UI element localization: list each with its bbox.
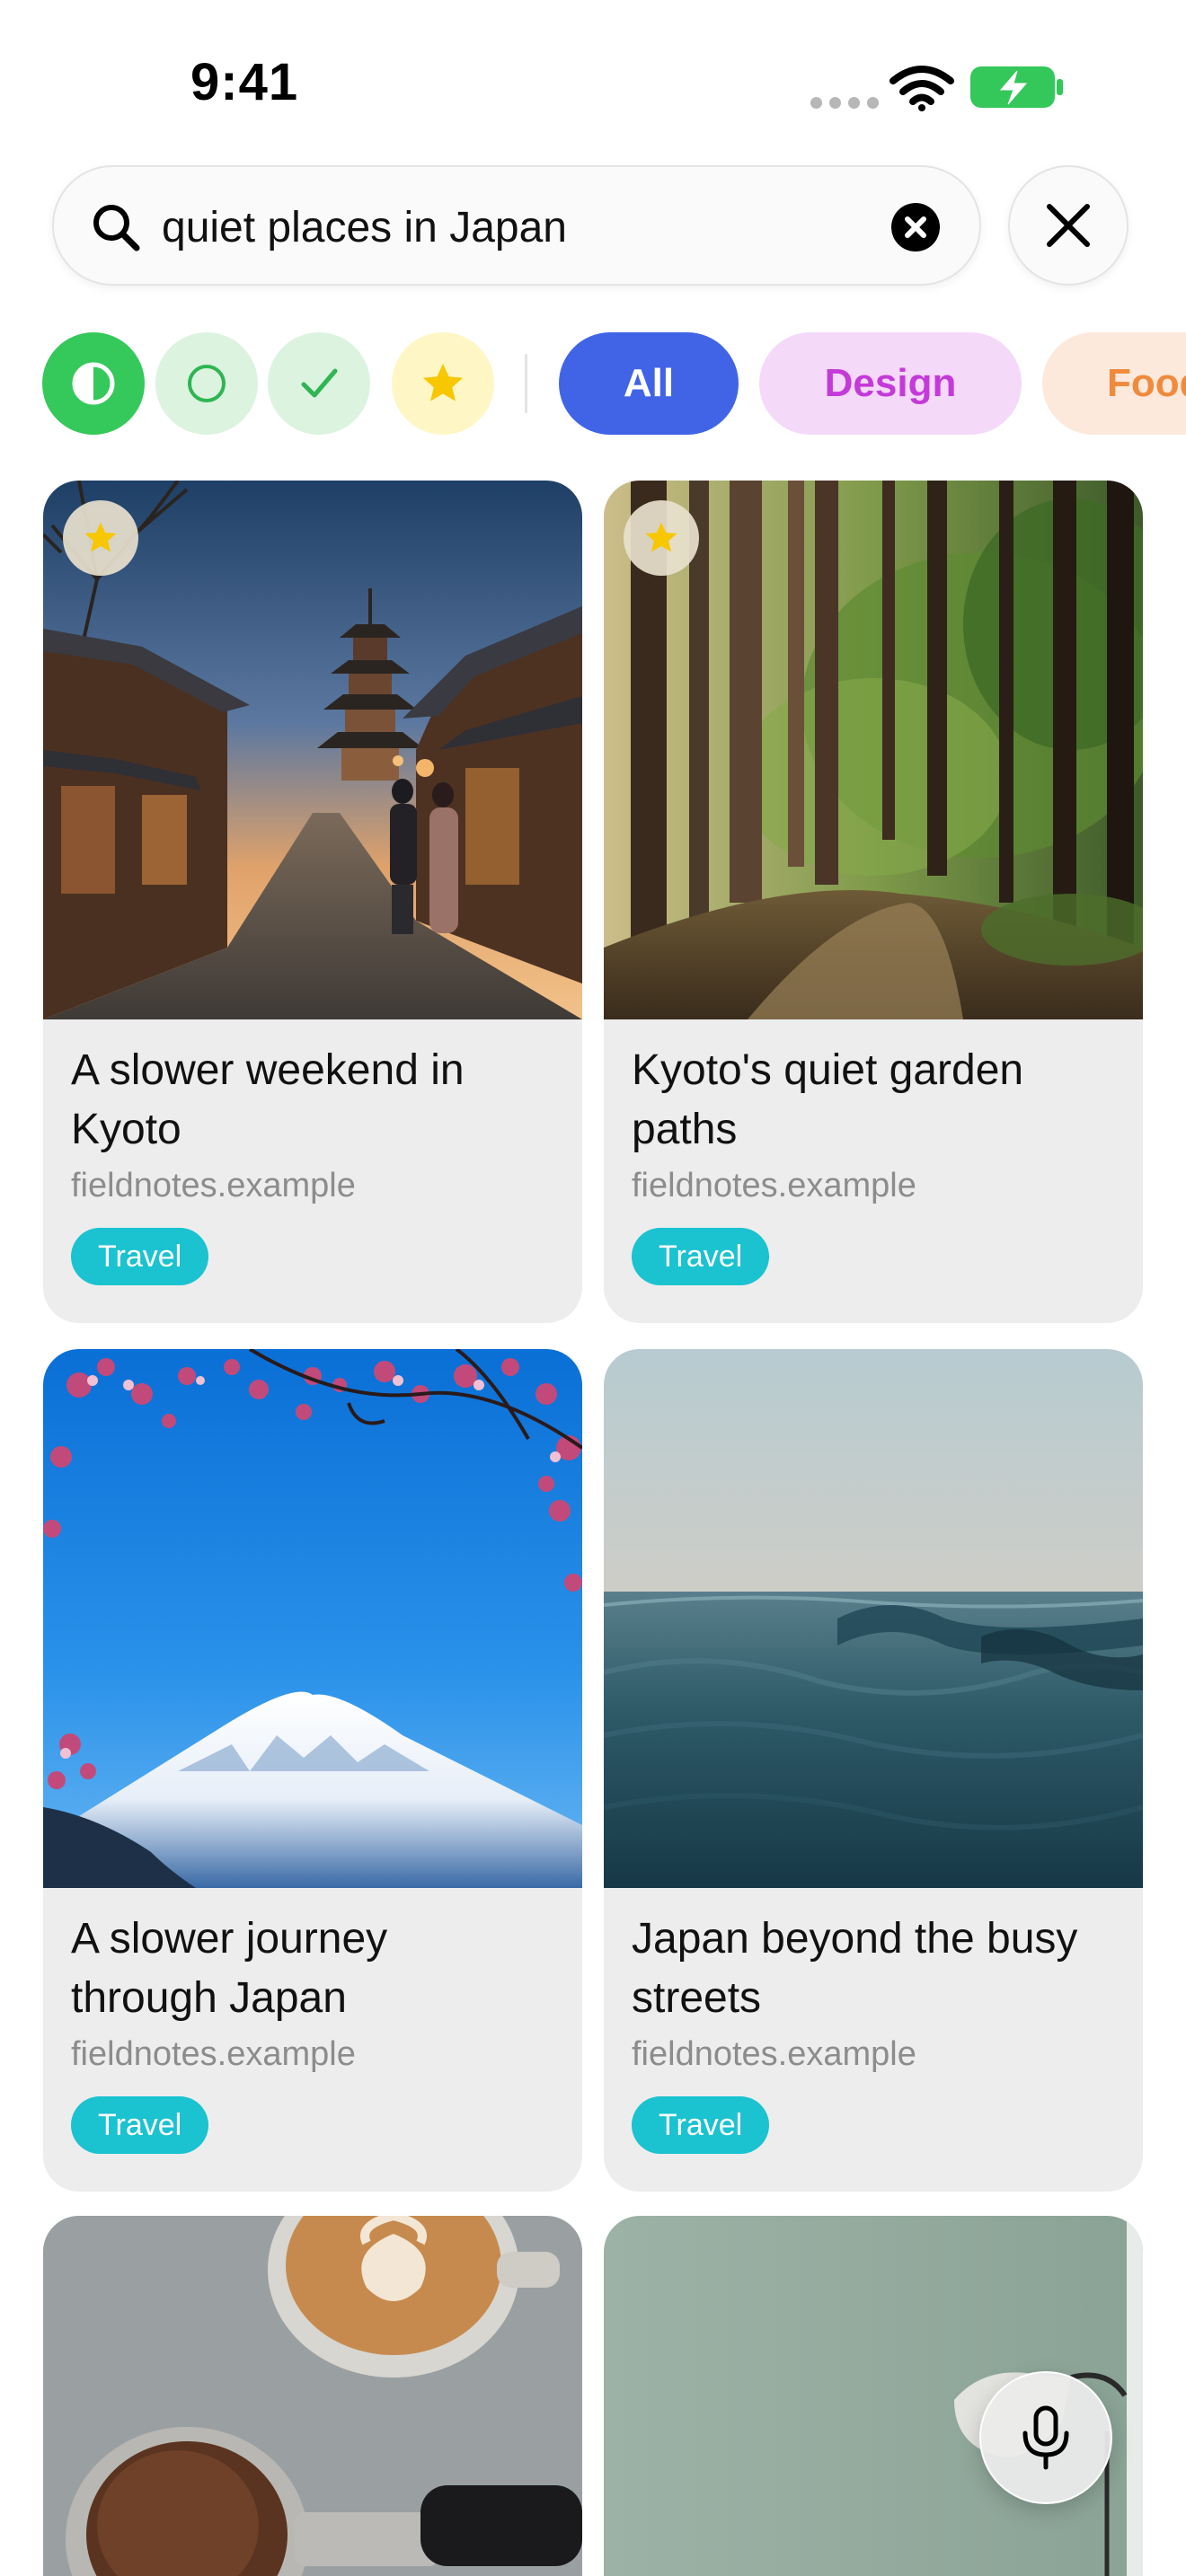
- card-title: A slower journey through Japan: [71, 1915, 388, 2022]
- card-tag[interactable]: Travel: [71, 1228, 209, 1285]
- voice-search-button[interactable]: [979, 2371, 1112, 2504]
- card-source: fieldnotes.example: [71, 1167, 356, 1204]
- search-bar[interactable]: quiet places in Japan: [52, 165, 981, 286]
- card-image: [604, 1349, 1143, 1888]
- chip-design[interactable]: Design: [759, 332, 1022, 435]
- card-source: fieldnotes.example: [71, 2035, 356, 2073]
- article-card[interactable]: Kyoto's quiet garden paths fieldnotes.ex…: [604, 481, 1143, 1323]
- filter-favorites[interactable]: [392, 332, 494, 435]
- article-card[interactable]: A slower journey through Japan fieldnote…: [43, 1349, 582, 2192]
- search-input[interactable]: quiet places in Japan: [162, 203, 567, 252]
- card-image: [43, 2216, 582, 2576]
- card-title: A slower weekend in Kyoto: [71, 1046, 465, 1153]
- wifi-icon: [890, 66, 954, 111]
- clear-search-icon[interactable]: [890, 201, 942, 253]
- filter-all-status[interactable]: [42, 332, 145, 435]
- article-card[interactable]: Japan beyond the busy streets fieldnotes…: [604, 1349, 1143, 2192]
- half-circle-icon: [72, 362, 115, 405]
- card-source: fieldnotes.example: [632, 1167, 916, 1204]
- filter-row: All Design Food: [0, 332, 1186, 435]
- favorite-badge[interactable]: [624, 500, 699, 576]
- star-icon: [84, 522, 117, 552]
- star-icon: [645, 522, 677, 552]
- cellular-signal-icon: [810, 97, 879, 109]
- star-icon: [422, 363, 464, 401]
- card-tag[interactable]: Travel: [71, 2096, 209, 2154]
- card-tag[interactable]: Travel: [632, 2096, 770, 2154]
- circle-outline-icon: [188, 365, 226, 402]
- card-title: Japan beyond the busy streets: [632, 1915, 1078, 2022]
- chip-food[interactable]: Food: [1042, 332, 1186, 435]
- close-icon: [1047, 204, 1090, 247]
- filter-read[interactable]: [268, 332, 370, 435]
- favorite-badge[interactable]: [63, 500, 138, 576]
- close-search-button[interactable]: [1008, 165, 1128, 286]
- status-bar: 9:41: [0, 0, 1186, 162]
- search-icon: [93, 205, 140, 251]
- card-source: fieldnotes.example: [632, 2035, 916, 2073]
- filter-divider: [525, 354, 527, 413]
- card-tag[interactable]: Travel: [632, 1228, 770, 1285]
- checkmark-icon: [301, 368, 338, 398]
- article-card[interactable]: A slower weekend in Kyoto fieldnotes.exa…: [43, 481, 582, 1323]
- card-image: [43, 1349, 582, 1888]
- battery-charging-icon: [970, 66, 1063, 108]
- card-title: Kyoto's quiet garden paths: [632, 1046, 1024, 1153]
- filter-unread[interactable]: [155, 332, 258, 435]
- microphone-icon: [1022, 2405, 1069, 2470]
- article-card[interactable]: [43, 2216, 582, 2576]
- status-time: 9:41: [190, 53, 299, 111]
- chip-all[interactable]: All: [559, 332, 739, 435]
